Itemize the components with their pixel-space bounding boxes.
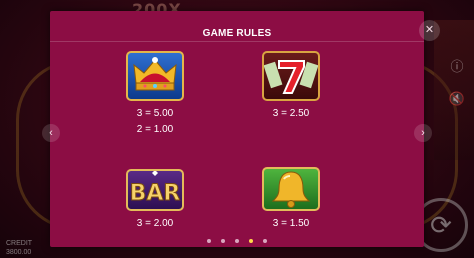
- info-icon[interactable]: ⓘ: [448, 58, 466, 76]
- previous-page-button[interactable]: ‹: [42, 124, 60, 142]
- chevron-left-icon: ‹: [49, 127, 53, 139]
- hud-credit-label: CREDIT: [6, 240, 33, 247]
- symbol-card-bar: BAR 3 = 2.00: [107, 163, 203, 232]
- title-divider: [50, 41, 424, 42]
- page-dot-active[interactable]: [249, 239, 253, 243]
- page-dot[interactable]: [221, 239, 225, 243]
- refresh-icon: ⟳: [430, 209, 452, 240]
- page-indicator: [50, 239, 424, 243]
- payline-crown-2: 2 = 1.00: [136, 124, 174, 135]
- payline-seven-3: 3 = 2.50: [272, 108, 310, 119]
- page-dot[interactable]: [207, 239, 211, 243]
- payline-bell-3: 3 = 1.50: [272, 218, 310, 229]
- bell-icon: [262, 167, 320, 211]
- close-button[interactable]: ✕: [419, 20, 440, 41]
- seven-icon: [262, 51, 320, 101]
- sound-icon[interactable]: 🔇: [448, 90, 466, 108]
- modal-title: GAME RULES: [202, 28, 272, 39]
- bar-icon: BAR: [126, 169, 184, 211]
- symbol-card-bell: 3 = 1.50: [243, 163, 339, 232]
- next-page-button[interactable]: ›: [414, 124, 432, 142]
- close-icon: ✕: [424, 24, 435, 36]
- chevron-right-icon: ›: [421, 127, 425, 139]
- page-dot[interactable]: [235, 239, 239, 243]
- payline-bar-3: 3 = 2.00: [136, 218, 174, 229]
- symbol-card-crown: 3 = 5.00 2 = 1.00: [107, 51, 203, 138]
- hud-credit-value: 3800.00: [6, 249, 32, 256]
- game-rules-modal: GAME RULES ✕ 3 = 5.00 2 = 1.00 3 = 2.50 …: [50, 11, 440, 247]
- crown-icon: [126, 51, 184, 101]
- symbol-card-seven: 3 = 2.50: [243, 51, 339, 122]
- bar-label: BAR: [130, 181, 181, 206]
- page-dot[interactable]: [263, 239, 267, 243]
- payline-crown-3: 3 = 5.00: [136, 108, 174, 119]
